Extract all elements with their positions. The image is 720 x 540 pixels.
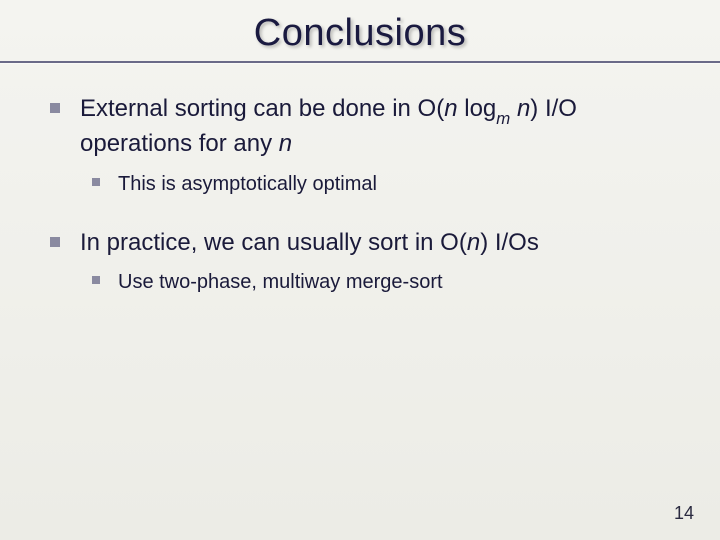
title-area: Conclusions: [0, 0, 720, 55]
slide: Conclusions External sorting can be done…: [0, 0, 720, 540]
var-n: n: [279, 130, 292, 157]
square-bullet-icon: [50, 227, 80, 259]
bullet-2: In practice, we can usually sort in O(n)…: [50, 227, 670, 259]
page-number: 14: [674, 503, 694, 524]
slide-title: Conclusions: [254, 12, 467, 55]
bullet-1-1: This is asymptotically optimal: [92, 171, 670, 197]
var-n: n: [467, 229, 480, 256]
text-fragment: External sorting can be done in O(: [80, 95, 444, 122]
text-fragment: In practice, we can usually sort in O(: [80, 229, 467, 256]
square-bullet-icon: [92, 171, 118, 197]
bullet-2-1-text: Use two-phase, multiway merge-sort: [118, 269, 443, 295]
var-n: n: [517, 95, 530, 122]
slide-body: External sorting can be done in O(n logm…: [0, 63, 720, 295]
text-fragment: log: [458, 95, 497, 122]
bullet-2-1: Use two-phase, multiway merge-sort: [92, 269, 670, 295]
bullet-2-text: In practice, we can usually sort in O(n)…: [80, 227, 539, 259]
bullet-1-1-text: This is asymptotically optimal: [118, 171, 377, 197]
square-bullet-icon: [92, 269, 118, 295]
var-n: n: [444, 95, 457, 122]
text-fragment: [510, 95, 517, 122]
subscript-m: m: [496, 109, 510, 128]
bullet-1-text: External sorting can be done in O(n logm…: [80, 93, 670, 161]
bullet-1: External sorting can be done in O(n logm…: [50, 93, 670, 161]
square-bullet-icon: [50, 93, 80, 161]
text-fragment: ) I/Os: [480, 229, 539, 256]
